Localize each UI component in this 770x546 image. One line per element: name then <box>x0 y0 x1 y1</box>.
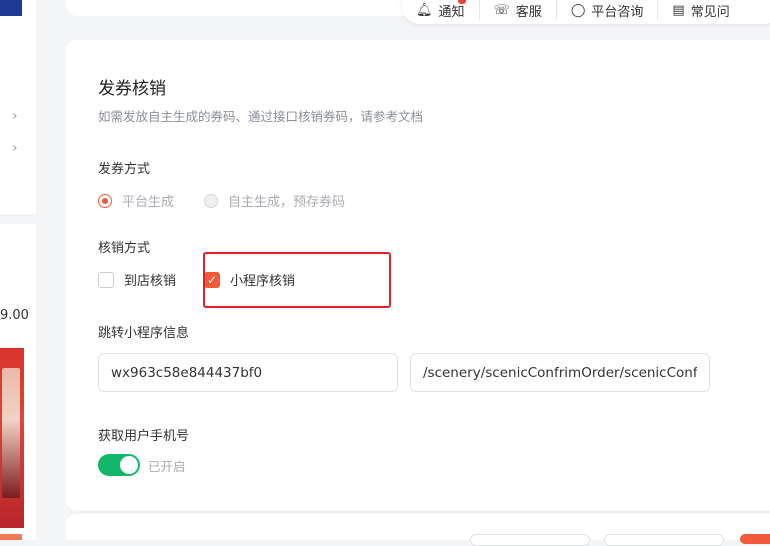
divider <box>0 214 36 224</box>
phone-toggle[interactable] <box>98 454 140 476</box>
coupon-verification-card: 发券核销 如需发放自主生成的券码、通过接口核销券码，请参考文档 发券方式 平台生… <box>66 40 770 510</box>
brand-logo <box>0 0 22 16</box>
platform-consult-button[interactable]: ◯ 平台咨询 <box>555 0 658 20</box>
chat-icon: ◯ <box>570 2 586 18</box>
radio-label: 自主生成，预存券码 <box>228 195 346 210</box>
primary-button[interactable] <box>740 534 770 544</box>
product-thumbnail[interactable] <box>0 348 24 528</box>
chevron-right-icon[interactable]: › <box>12 108 18 124</box>
product-thumbnail-image <box>2 368 20 498</box>
notification-badge <box>458 0 466 4</box>
radio-self-generated[interactable]: 自主生成，预存券码 <box>204 191 345 210</box>
section-subtitle: 如需发放自主生成的券码、通过接口核销券码，请参考文档 <box>98 109 424 124</box>
checkbox-miniprogram[interactable]: ✓ 小程序核销 <box>204 270 295 289</box>
customer-service-label: 客服 <box>515 4 542 20</box>
bell-icon: 🔔︎ <box>416 2 433 18</box>
platform-consult-label: 平台咨询 <box>591 4 644 20</box>
checkbox-label: 小程序核销 <box>230 274 296 289</box>
checkmark-icon: ✓ <box>204 271 221 288</box>
headset-icon: ☏ <box>493 2 510 18</box>
notifications-button[interactable]: 🔔︎ 通知 <box>402 0 479 20</box>
chevron-right-icon[interactable]: › <box>12 140 18 156</box>
secondary-button[interactable] <box>470 534 590 546</box>
radio-selected-icon <box>98 193 112 208</box>
faq-button[interactable]: ▤ 常见问 <box>657 0 743 20</box>
phone-toggle-status: 已开启 <box>148 458 186 474</box>
secondary-button[interactable] <box>604 534 724 546</box>
appid-input[interactable] <box>98 353 398 392</box>
document-icon: ▤ <box>672 2 685 18</box>
checkbox-in-store[interactable]: 到店核销 <box>98 270 176 289</box>
section-title: 发券核销 <box>98 79 166 99</box>
issue-method-radio-group: 平台生成 自主生成，预存券码 <box>98 191 375 210</box>
radio-platform-generated[interactable]: 平台生成 <box>98 191 174 210</box>
customer-service-button[interactable]: ☏ 客服 <box>478 0 556 20</box>
phone-toggle-row: 已开启 <box>98 454 186 476</box>
verify-method-checkbox-group: 到店核销 ✓ 小程序核销 <box>98 270 295 289</box>
phone-label: 获取用户手机号 <box>98 429 190 444</box>
issue-method-label: 发券方式 <box>98 162 151 177</box>
page-path-input[interactable] <box>410 353 710 392</box>
miniprogram-info-label: 跳转小程序信息 <box>98 326 190 341</box>
checkbox-label: 到店核销 <box>124 274 177 289</box>
checkbox-unchecked-icon <box>98 271 114 288</box>
radio-label: 平台生成 <box>122 195 175 210</box>
price-fragment: 9.00 <box>0 308 29 323</box>
faq-label: 常见问 <box>690 4 730 20</box>
verify-method-label: 核销方式 <box>98 241 151 256</box>
thumbnail-badge <box>0 534 22 540</box>
top-toolbar: 🔔︎ 通知 ☏ 客服 ◯ 平台咨询 ▤ 常见问 <box>402 0 770 24</box>
left-sidebar: › › 9.00 <box>0 0 36 540</box>
radio-disabled-icon <box>204 193 219 208</box>
